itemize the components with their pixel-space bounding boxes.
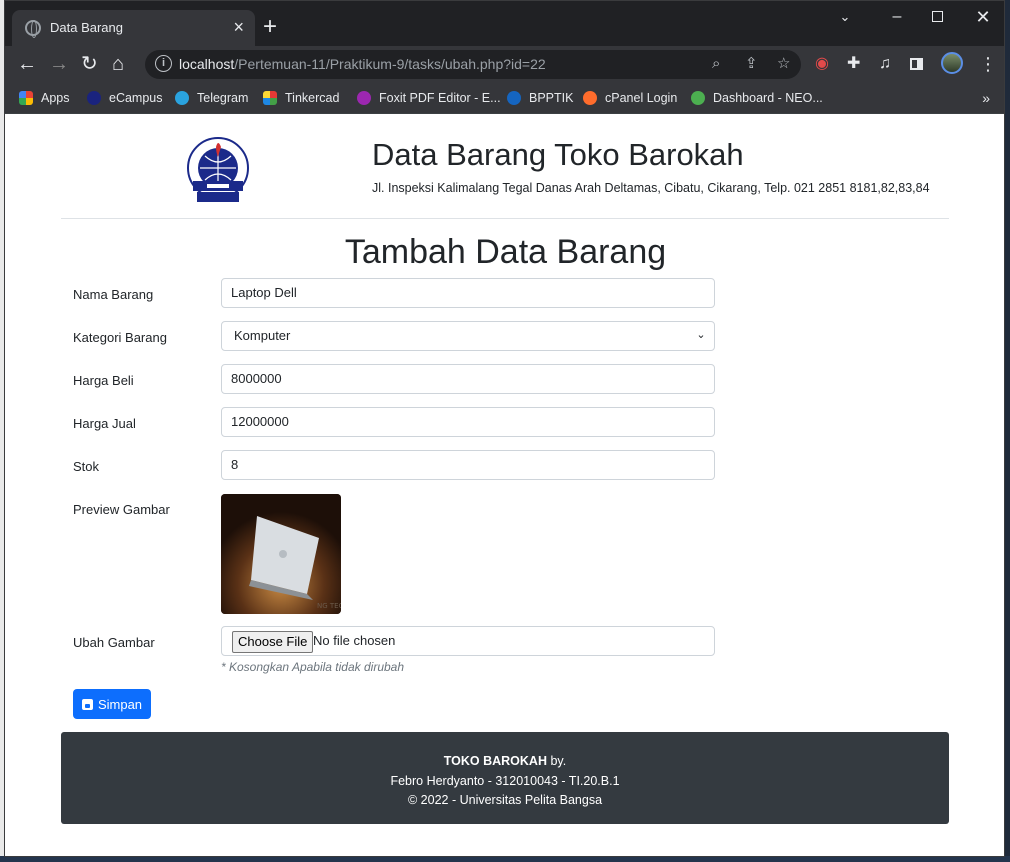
home-icon[interactable]: ⌂ [112, 53, 124, 75]
nama-input[interactable]: Laptop Dell [221, 278, 715, 308]
title-bar: Data Barang × + ⌄ – ✕ [5, 1, 1004, 46]
url-path: /Pertemuan-11/Praktikum-9/tasks/ubah.php… [234, 56, 546, 72]
tinkercad-icon [263, 91, 277, 105]
harga-jual-input[interactable]: 12000000 [221, 407, 715, 437]
telegram-icon [175, 91, 189, 105]
stok-label: Stok [73, 459, 100, 474]
tab-title: Data Barang [50, 20, 123, 35]
extension-eye-icon[interactable]: ◉ [815, 54, 829, 74]
bookmark-star-icon[interactable]: ☆ [777, 55, 790, 73]
bookmark-telegram[interactable]: Telegram [175, 91, 248, 105]
ecampus-icon [87, 91, 101, 105]
site-title: Data Barang Toko Barokah [372, 137, 744, 172]
browser-menu-icon[interactable]: ⋮ [979, 54, 997, 74]
bookmark-label: eCampus [109, 91, 163, 105]
bookmark-dashboard[interactable]: Dashboard - NEO... [691, 91, 823, 105]
bookmark-label: BPPTIK [529, 91, 574, 105]
minimize-button[interactable]: – [887, 7, 907, 27]
ubah-gambar-label: Ubah Gambar [73, 635, 155, 650]
footer-author: Febro Herdyanto - 312010043 - TI.20.B.1 [390, 773, 620, 788]
back-arrow-icon[interactable]: ← [17, 53, 37, 75]
tab-search-icon[interactable]: ⌄ [835, 7, 855, 27]
forward-arrow-icon[interactable]: → [49, 53, 69, 75]
nama-label: Nama Barang [73, 287, 154, 302]
form-title: Tambah Data Barang [344, 233, 667, 271]
bookmark-label: Dashboard - NEO... [713, 91, 823, 105]
page-footer: TOKO BAROKAH by. Febro Herdyanto - 31201… [61, 732, 949, 824]
bookmark-cpanel[interactable]: cPanel Login [583, 91, 677, 105]
cpanel-icon [583, 91, 597, 105]
file-input[interactable]: Choose File No file chosen [221, 626, 715, 656]
dashboard-icon [691, 91, 705, 105]
footer-copyright: © 2022 - Universitas Pelita Bangsa [407, 793, 603, 807]
bookmark-label: Foxit PDF Editor - E... [379, 91, 501, 105]
bpptik-icon [507, 91, 521, 105]
globe-icon [25, 20, 41, 38]
kategori-label: Kategori Barang [73, 330, 167, 345]
simpan-label: Simpan [97, 696, 143, 712]
media-control-icon[interactable]: ♫ [879, 54, 891, 74]
browser-tab[interactable]: Data Barang × [12, 10, 255, 46]
choose-file-button[interactable]: Choose File [232, 631, 314, 653]
bookmark-apps[interactable]: Apps [19, 91, 70, 105]
file-status: No file chosen [313, 633, 396, 648]
kategori-select[interactable]: Komputer ⌄ [221, 321, 715, 351]
svg-text:NG TECH: NG TECH [317, 602, 341, 610]
browser-toolbar: ← → ↻ ⌂ i localhost/Pertemuan-11/Praktik… [5, 46, 1004, 84]
url-host: localhost [179, 56, 235, 72]
harga-beli-label: Harga Beli [73, 373, 134, 388]
close-window-button[interactable]: ✕ [973, 7, 993, 27]
bookmark-label: Apps [41, 91, 70, 105]
harga-beli-input[interactable]: 8000000 [221, 364, 715, 394]
foxit-icon [357, 91, 371, 105]
bookmarks-bar: Apps eCampus Telegram Tinkercad Foxit PD… [5, 84, 1004, 114]
chevron-down-icon: ⌄ [696, 329, 706, 341]
kategori-selected-value: Komputer [234, 328, 291, 343]
zoom-icon[interactable]: ⌕ [712, 55, 720, 73]
profile-avatar[interactable] [941, 52, 963, 74]
side-panel-icon[interactable] [910, 58, 923, 70]
reload-icon[interactable]: ↻ [81, 53, 98, 75]
bookmarks-overflow-icon[interactable]: » [982, 90, 990, 106]
new-tab-button[interactable]: + [263, 15, 277, 39]
site-address: Jl. Inspeksi Kalimalang Tegal Danas Arah… [372, 181, 930, 195]
header-divider [61, 218, 949, 219]
url-text[interactable]: localhost/Pertemuan-11/Praktikum-9/tasks… [179, 56, 546, 72]
preview-label: Preview Gambar [73, 502, 170, 517]
apps-grid-icon [19, 91, 33, 105]
footer-by: by. [547, 754, 567, 768]
share-icon[interactable]: ⇪ [745, 55, 758, 73]
bookmark-tinkercad[interactable]: Tinkercad [263, 91, 339, 105]
bookmark-label: cPanel Login [605, 91, 678, 105]
address-bar[interactable]: i localhost/Pertemuan-11/Praktikum-9/tas… [145, 50, 801, 79]
bookmark-bpptik[interactable]: BPPTIK [507, 91, 573, 105]
bookmark-foxit[interactable]: Foxit PDF Editor - E... [357, 91, 501, 105]
harga-jual-label: Harga Jual [73, 416, 136, 431]
site-info-icon[interactable]: i [155, 55, 172, 72]
simpan-button[interactable]: Simpan [73, 689, 151, 719]
bookmark-ecampus[interactable]: eCampus [87, 91, 163, 105]
laptop-preview-image: NG TECH [221, 494, 341, 614]
web-page: Data Barang Toko Barokah Jl. Inspeksi Ka… [5, 115, 1004, 856]
bookmark-label: Telegram [197, 91, 249, 105]
footer-brand: TOKO BAROKAH [443, 754, 547, 768]
footer-brand-line: TOKO BAROKAH by. [61, 752, 949, 772]
extensions-puzzle-icon[interactable]: ✚ [847, 54, 860, 74]
file-hint: * Kosongkan Apabila tidak dirubah [221, 660, 405, 674]
tab-close-icon[interactable]: × [233, 17, 244, 37]
maximize-button[interactable] [932, 11, 943, 22]
browser-window: Data Barang × + ⌄ – ✕ ← → ↻ ⌂ i localhos… [4, 0, 1005, 857]
floppy-disk-icon [81, 698, 93, 710]
stok-input[interactable]: 8 [221, 450, 715, 480]
university-logo [187, 137, 249, 202]
bookmark-label: Tinkercad [285, 91, 340, 105]
